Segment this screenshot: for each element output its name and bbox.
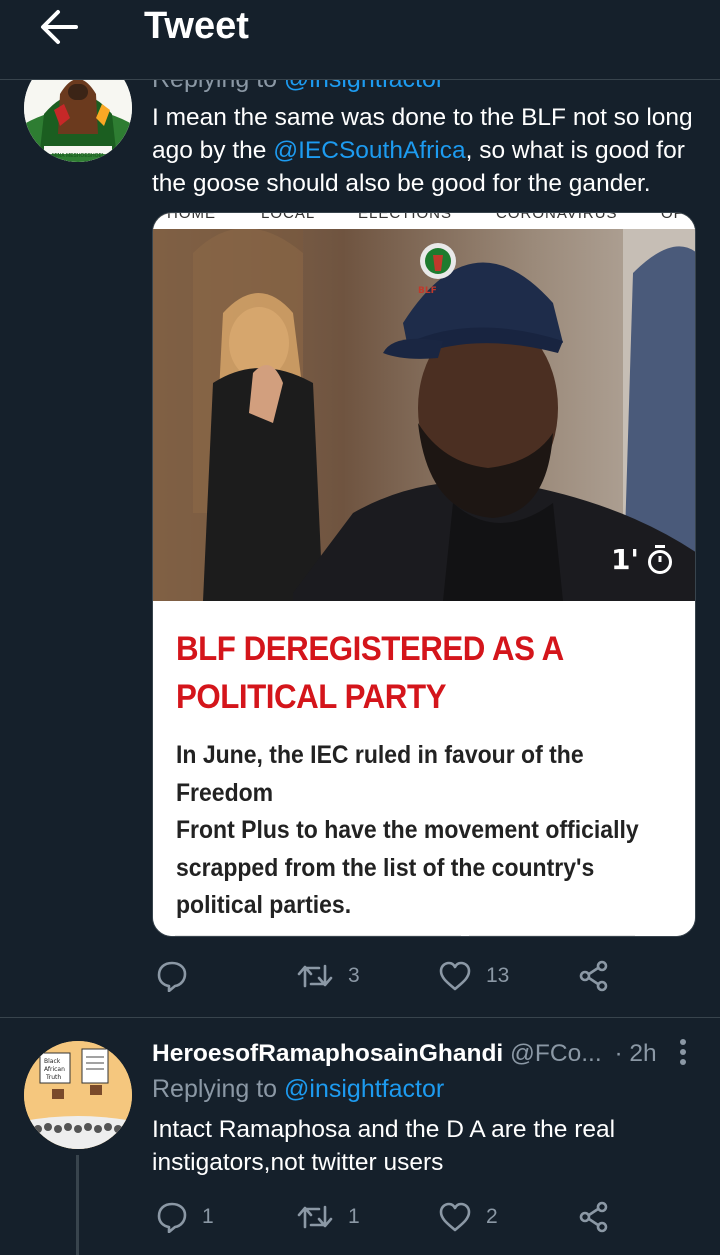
replying-handle-link[interactable]: @insightfactor xyxy=(284,1075,444,1103)
like-button[interactable]: 2 xyxy=(438,1197,498,1237)
replying-prefix: Replying to xyxy=(152,1075,278,1103)
replying-handle-link[interactable]: @insightfactor xyxy=(284,80,444,93)
card-divider xyxy=(175,935,635,936)
reply-icon xyxy=(157,1202,187,1233)
thread-connector-line xyxy=(76,1155,79,1255)
retweet-icon xyxy=(297,964,333,988)
replying-to: Replying to @insightfactor xyxy=(152,1074,444,1104)
top-bar: Tweet xyxy=(0,0,720,80)
like-count: 2 xyxy=(486,1205,498,1228)
author-handle[interactable]: @FCo... xyxy=(510,1040,602,1067)
reply-button[interactable] xyxy=(156,956,202,996)
heart-icon xyxy=(439,961,471,991)
avatar[interactable]: Black African Truth xyxy=(24,1041,132,1149)
replying-to: Replying to @insightfactor xyxy=(152,80,444,94)
article-summary-line: Front Plus to have the movement official… xyxy=(176,816,639,844)
share-icon xyxy=(579,1201,608,1233)
tweet-text-line: instigators,not twitter users xyxy=(152,1149,444,1176)
nav-item: HOME xyxy=(167,213,216,222)
avatar-sign-text: African xyxy=(44,1066,65,1073)
author-name[interactable]: HeroesofRamaphosainGhandi xyxy=(152,1040,503,1067)
heart-icon xyxy=(439,1202,471,1232)
tweet-text-fragment: , so what is good for xyxy=(465,137,685,164)
arrow-left-icon xyxy=(41,10,78,44)
read-time-value: 1' xyxy=(610,543,639,576)
tweet-text-line: ago by the @IECSouthAfrica, so what is g… xyxy=(152,134,702,167)
reply-button[interactable]: 1 xyxy=(156,1197,214,1237)
more-vertical-icon xyxy=(680,1039,686,1065)
replying-prefix: Replying to xyxy=(152,80,277,93)
article-summary-line: scrapped from the list of the country's xyxy=(176,853,595,882)
stopwatch-icon xyxy=(648,544,672,574)
nav-item: OP xyxy=(661,213,685,222)
retweet-icon xyxy=(297,1205,333,1229)
nav-item: LOCAL xyxy=(261,213,316,222)
page-title: Tweet xyxy=(144,5,249,47)
share-button[interactable] xyxy=(578,1197,610,1237)
avatar[interactable]: MINA MESHOESHOE! xyxy=(24,80,132,162)
tweet-text-line: Intact Ramaphosa and the D A are the rea… xyxy=(152,1116,616,1143)
tweet-text-line: the goose should also be good for the ga… xyxy=(152,170,651,197)
article-body: BLF DEREGISTERED AS A POLITICAL PARTY In… xyxy=(153,601,695,936)
share-icon xyxy=(579,960,608,992)
more-options-button[interactable] xyxy=(676,1037,690,1069)
article-photo: BLF HOME LOCAL ELECTIONS CORONAVIRUS OP … xyxy=(153,213,695,601)
tweet-text: Intact Ramaphosa and the D A are the rea… xyxy=(152,1113,702,1179)
like-button[interactable]: 13 xyxy=(438,956,509,996)
retweet-count: 3 xyxy=(348,964,360,987)
mention-link[interactable]: @IECSouthAfrica xyxy=(273,137,465,164)
tweet-text-line: I mean the same was done to the BLF not … xyxy=(152,104,693,131)
like-count: 13 xyxy=(486,964,510,987)
avatar-sign-text: Black xyxy=(44,1058,61,1065)
reply-icon xyxy=(157,961,187,992)
article-headline: BLF DEREGISTERED AS A POLITICAL PARTY xyxy=(176,625,636,721)
nav-item: CORONAVIRUS xyxy=(496,213,618,222)
tweet-actions: 1 1 2 xyxy=(152,1197,632,1237)
tweet[interactable]: MINA MESHOESHOE! Replying to @insightfac… xyxy=(0,80,720,1018)
tweet-text: I mean the same was done to the BLF not … xyxy=(152,101,702,200)
avatar-sign-text: Truth xyxy=(45,1074,61,1081)
retweet-button[interactable]: 3 xyxy=(296,956,360,996)
tweet-author-row: HeroesofRamaphosainGhandi @FCo... · 2h xyxy=(152,1039,657,1069)
article-summary: In June, the IEC ruled in favour of the … xyxy=(176,737,664,925)
read-time: 1' xyxy=(611,543,673,576)
tweet[interactable]: Black African Truth HeroesofRamaphosainG… xyxy=(0,1019,720,1255)
cap-badge-text: BLF xyxy=(418,286,437,296)
article-summary-line: In June, the IEC ruled in favour of the … xyxy=(176,741,584,807)
article-headline-line: POLITICAL PARTY xyxy=(176,678,447,716)
avatar-caption: MINA MESHOESHOE! xyxy=(52,153,104,159)
article-site-nav: HOME LOCAL ELECTIONS CORONAVIRUS OP xyxy=(153,213,695,229)
avatar-image: Black African Truth xyxy=(24,1041,132,1149)
tweet-time: · 2h xyxy=(614,1040,657,1067)
avatar-image xyxy=(24,80,132,162)
link-card[interactable]: BLF HOME LOCAL ELECTIONS CORONAVIRUS OP … xyxy=(152,212,696,937)
back-button[interactable] xyxy=(30,6,86,48)
retweet-count: 1 xyxy=(348,1205,360,1228)
share-button[interactable] xyxy=(578,956,610,996)
article-headline-line: BLF DEREGISTERED AS A xyxy=(176,630,564,668)
tweet-text-fragment: ago by the xyxy=(152,137,274,164)
retweet-button[interactable]: 1 xyxy=(296,1197,360,1237)
nav-item: ELECTIONS xyxy=(358,213,453,222)
article-summary-line: political parties. xyxy=(176,891,352,919)
tweet-actions: 3 13 xyxy=(152,956,632,996)
reply-count: 1 xyxy=(202,1205,214,1228)
